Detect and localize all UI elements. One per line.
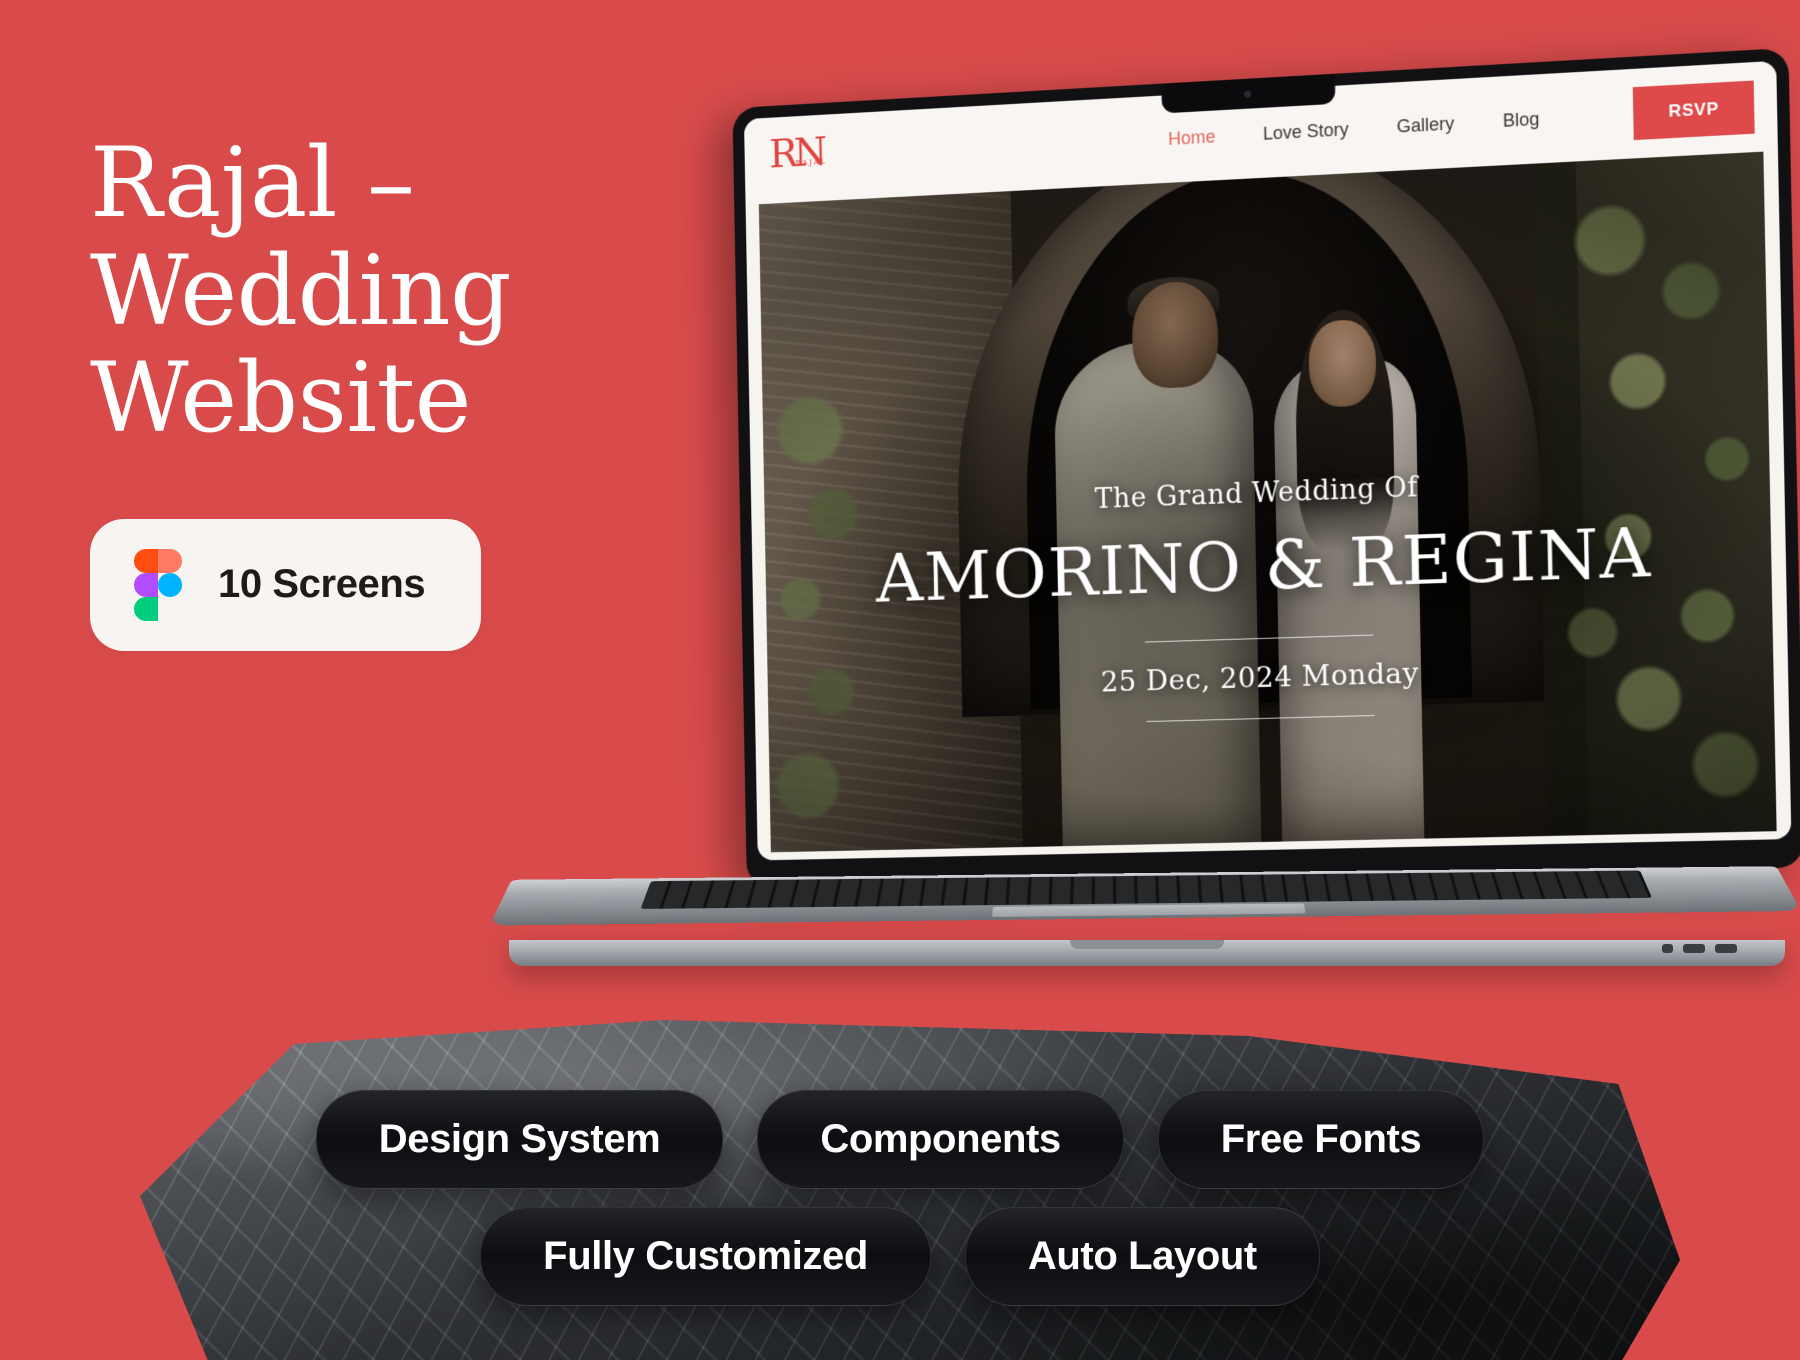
figma-screens-badge: 10 Screens	[90, 518, 482, 651]
figma-logo-icon	[134, 548, 182, 621]
laptop-lid: RN RAJAL Home Love Story Gallery Blog RS…	[732, 47, 1800, 888]
hero-copy: The Grand Wedding Of AMORINO & REGINA 25…	[764, 459, 1774, 733]
webcam-icon	[1244, 90, 1252, 98]
keyboard	[640, 870, 1652, 909]
screens-count-label: 10 Screens	[218, 562, 426, 607]
feature-pill-design-system: Design System	[315, 1090, 724, 1189]
feature-pill-free-fonts: Free Fonts	[1157, 1090, 1485, 1189]
nav-item-blog[interactable]: Blog	[1503, 108, 1540, 131]
trackpad	[991, 903, 1306, 918]
feature-pill-fully-customized: Fully Customized	[480, 1207, 931, 1306]
nav-item-gallery[interactable]: Gallery	[1397, 113, 1455, 137]
laptop-screen: RN RAJAL Home Love Story Gallery Blog RS…	[743, 60, 1792, 861]
brand-logo[interactable]: RN RAJAL	[768, 129, 852, 186]
hero-date: 25 Dec, 2024 Monday	[1100, 656, 1420, 699]
laptop-deck	[489, 866, 1800, 926]
feature-pill-row-2: Fully Customized Auto Layout	[0, 1207, 1800, 1306]
feature-pills: Design System Components Free Fonts Full…	[0, 1090, 1800, 1306]
hero-couple-names: AMORINO & REGINA	[875, 512, 1653, 619]
nav-item-love-story[interactable]: Love Story	[1263, 119, 1349, 145]
laptop-mockup: RN RAJAL Home Love Story Gallery Blog RS…	[489, 47, 1800, 978]
feature-pill-components: Components	[757, 1090, 1124, 1189]
hero-divider-top	[1144, 634, 1373, 643]
nav-item-home[interactable]: Home	[1168, 126, 1216, 149]
hero-section: The Grand Wedding Of AMORINO & REGINA 25…	[758, 151, 1777, 853]
brand-monogram: RN	[768, 129, 824, 178]
feature-pill-row-1: Design System Components Free Fonts	[0, 1090, 1800, 1189]
laptop-ports	[1662, 944, 1737, 953]
feature-pill-auto-layout: Auto Layout	[964, 1207, 1320, 1306]
rsvp-button[interactable]: RSVP	[1633, 80, 1755, 141]
laptop-base	[509, 940, 1785, 966]
